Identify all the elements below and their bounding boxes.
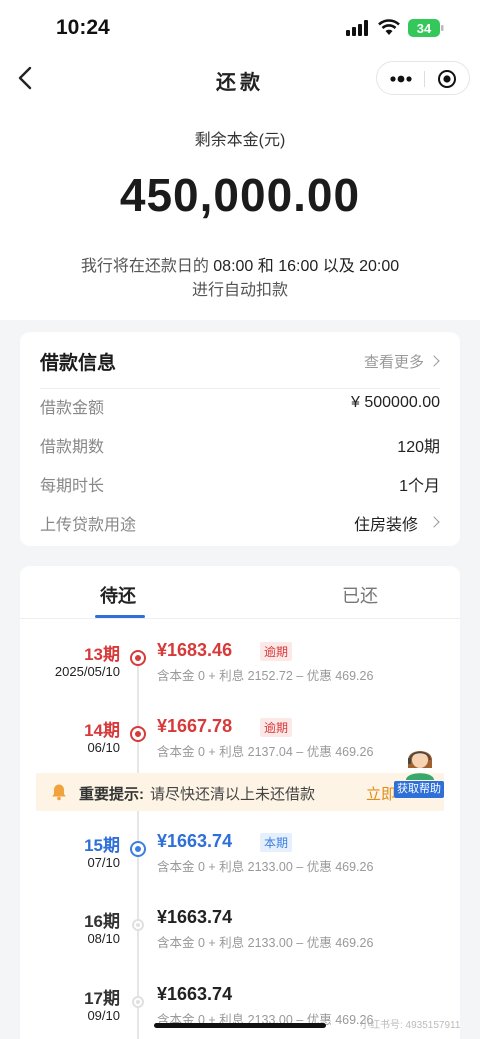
future-dot-icon: [132, 996, 144, 1008]
auto-debit-times: 08:00 和 16:00 以及 20:00: [208, 258, 400, 275]
installment-detail: 含本金 0 + 利息 2137.04 – 优惠 469.26: [157, 745, 374, 759]
loan-purpose-label: 上传贷款用途: [40, 517, 137, 534]
period-label: 17期: [84, 989, 120, 1008]
chevron-right-icon: [428, 516, 440, 528]
installment-amount[interactable]: ¥1663.74: [157, 831, 232, 852]
loan-amount-label: 借款金额: [40, 400, 105, 417]
future-dot-icon: [132, 919, 144, 931]
due-date: 06/10: [87, 740, 120, 755]
notice-title: 重要提示:: [79, 786, 144, 803]
view-more-label: 查看更多: [363, 354, 424, 371]
status-badge: 本期: [260, 833, 293, 852]
nav-bar: 还款: [0, 56, 480, 100]
installment-amount[interactable]: ¥1667.78: [157, 716, 232, 737]
period-duration-row: 每期时长 1个月: [40, 472, 440, 496]
loan-info-title: 借款信息: [40, 353, 117, 374]
notice-text: 请尽快还清以上未还借款: [150, 786, 316, 803]
remaining-principal-amount: 450,000.00: [119, 169, 361, 221]
home-indicator[interactable]: [154, 1023, 326, 1028]
installment-detail: 含本金 0 + 利息 2133.00 – 优惠 469.26: [157, 936, 374, 950]
important-notice-banner: 重要提示: 请尽快还清以上未还借款 立即: [36, 773, 444, 811]
status-time: 10:24: [56, 16, 110, 39]
get-help-label: 获取帮助: [394, 781, 444, 798]
remaining-principal-label: 剩余本金(元): [194, 132, 286, 149]
capsule-divider: [424, 71, 425, 87]
loan-periods-value: 120期: [397, 439, 440, 456]
loan-amount-value: ¥ 500000.00: [351, 394, 440, 411]
auto-debit-note-prefix: 我行将在还款日的: [80, 258, 209, 275]
remaining-principal-section: 剩余本金(元) 450,000.00 我行将在还款日的 08:00 和 16:0…: [0, 100, 480, 320]
chevron-right-icon: [428, 355, 440, 367]
divider: [40, 388, 440, 389]
period-duration-value: 1个月: [399, 478, 440, 495]
wifi-icon: [378, 19, 400, 35]
battery-level: 34: [417, 21, 432, 36]
auto-debit-note-line2: 进行自动扣款: [191, 282, 288, 299]
period-label: 15期: [84, 836, 120, 855]
current-dot-icon: [130, 841, 146, 857]
customer-service-avatar-icon: [406, 751, 434, 780]
due-date: 2025/05/10: [54, 664, 120, 679]
watermark: 小红书号: 4935157911: [360, 1020, 461, 1031]
period-label: 16期: [84, 912, 120, 931]
overdue-dot-icon: [130, 726, 146, 742]
loan-purpose-value: 住房装修: [353, 517, 418, 534]
more-icon[interactable]: [389, 68, 413, 90]
period-duration-label: 每期时长: [40, 478, 105, 495]
period-label: 14期: [84, 721, 120, 740]
auto-debit-note: 我行将在还款日的 08:00 和 16:00 以及 20:00: [0, 252, 480, 276]
bell-icon: [52, 784, 66, 801]
loan-info-card: 借款信息 查看更多 借款金额 ¥ 500000.00 借款期数 120期 每期时…: [20, 332, 460, 546]
signal-icon: [346, 20, 368, 36]
due-date: 07/10: [87, 855, 120, 870]
tab-paid[interactable]: 已还: [342, 582, 378, 608]
status-badge: 逾期: [260, 642, 293, 661]
tab-pending[interactable]: 待还: [100, 582, 136, 608]
status-badge: 逾期: [260, 718, 293, 737]
installment-amount[interactable]: ¥1663.74: [157, 984, 232, 1005]
loan-periods-row: 借款期数 120期: [40, 433, 440, 457]
battery-icon: 34: [408, 19, 444, 37]
status-bar: 10:24 34: [0, 0, 480, 56]
get-help-floating-button[interactable]: 获取帮助: [394, 740, 444, 798]
loan-amount-row: 借款金额 ¥ 500000.00: [40, 394, 440, 418]
view-more-link[interactable]: 查看更多: [363, 351, 440, 372]
period-label: 13期: [84, 645, 120, 664]
miniprogram-capsule: [376, 61, 470, 95]
close-miniprogram-icon[interactable]: [437, 69, 457, 89]
pay-now-link[interactable]: 立即: [366, 783, 396, 804]
loan-purpose-row[interactable]: 上传贷款用途 住房装修: [40, 511, 440, 535]
installment-amount[interactable]: ¥1663.74: [157, 907, 232, 928]
due-date: 08/10: [87, 931, 120, 946]
overdue-dot-icon: [130, 650, 146, 666]
installment-detail: 含本金 0 + 利息 2152.72 – 优惠 469.26: [157, 669, 374, 683]
loan-periods-label: 借款期数: [40, 439, 105, 456]
installment-amount[interactable]: ¥1683.46: [157, 640, 232, 661]
installment-detail: 含本金 0 + 利息 2133.00 – 优惠 469.26: [157, 860, 374, 874]
divider: [20, 618, 460, 619]
due-date: 09/10: [87, 1008, 120, 1023]
